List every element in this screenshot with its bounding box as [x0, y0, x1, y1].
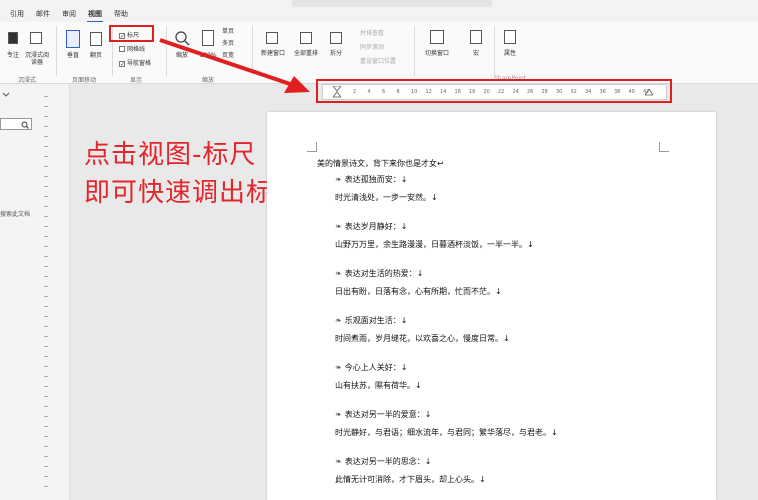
- zoom-100-icon: [202, 30, 214, 46]
- new-window-button[interactable]: 新建窗口: [260, 50, 286, 57]
- tab-references[interactable]: 引用: [10, 9, 24, 19]
- views-group-label: 沉浸式: [18, 77, 37, 84]
- sync-scroll-button[interactable]: 同步滚动: [360, 44, 384, 51]
- doc-section-heading: ❧ 表达对生活的热爱：↓: [335, 269, 424, 278]
- multi-page-button[interactable]: 多页: [222, 40, 234, 47]
- doc-section-body: 时光静好，与君语；细水流年，与君同；繁华落尽，与君老。↓: [335, 428, 558, 437]
- doc-intro: 美的情景诗文，背下来你也是才女↩: [317, 159, 444, 168]
- ribbon-separator: [166, 26, 167, 76]
- checkmark-icon: ✓: [119, 61, 126, 68]
- zoom-100-button[interactable]: 100%: [198, 52, 218, 59]
- reset-window-button[interactable]: 重设窗口位置: [360, 58, 396, 65]
- properties-icon: [504, 30, 516, 44]
- document-page[interactable]: 美的情景诗文，背下来你也是才女↩ ❧ 表达孤独而安：↓ 时光清浅处，一步一安然。↓ ❧…: [267, 112, 716, 500]
- vertical-ruler: [44, 96, 48, 500]
- flower-bullet-icon: ❧: [335, 457, 342, 466]
- split-button[interactable]: 拆分: [326, 50, 346, 57]
- ribbon-separator: [56, 26, 57, 76]
- zoom-button[interactable]: 缩放: [172, 52, 192, 59]
- split-icon: [330, 32, 342, 44]
- focus-icon: [8, 32, 18, 44]
- switch-window-icon: [430, 30, 444, 44]
- search-icon: [21, 121, 29, 129]
- title-search-bar[interactable]: [292, 0, 492, 7]
- ribbon-separator: [494, 26, 495, 76]
- zoom-group-label: 缩放: [202, 77, 215, 84]
- ruler-checkbox-highlight: [109, 25, 154, 42]
- doc-section-heading: ❧ 表达对另一半的思念：↓: [335, 457, 432, 466]
- page-flip-icon: [90, 32, 102, 46]
- doc-section-heading: ❧ 表达岁月静好：↓: [335, 222, 408, 231]
- flower-bullet-icon: ❧: [335, 363, 342, 372]
- doc-section-body: 山有扶苏，隰有荷华。↓: [335, 381, 422, 390]
- doc-section-heading: ❧ 乐观面对生活：↓: [335, 316, 408, 325]
- doc-section-body: 时光清浅处，一步一安然。↓: [335, 193, 438, 202]
- search-input[interactable]: [0, 118, 32, 130]
- margin-corner: [307, 142, 317, 152]
- doc-section-body: 日出有盼，日落有念，心有所期，忙而不茫。↓: [335, 287, 502, 296]
- nav-pane-checkbox[interactable]: ✓ 导航窗格: [119, 58, 151, 68]
- arrange-all-button[interactable]: 全部重排: [293, 50, 319, 57]
- page-flip-button[interactable]: 翻页: [86, 52, 106, 59]
- immersive-reader-button[interactable]: 沉浸式阅读器: [24, 52, 50, 66]
- ruler-highlight: [316, 79, 672, 103]
- navigation-pane: 搜索此文档: [0, 84, 70, 500]
- nav-hint-text: 搜索此文档: [0, 211, 31, 218]
- doc-section-heading: ❧ 今心上人关好：↓: [335, 363, 408, 372]
- doc-section-heading: ❧ 表达对另一半的爱意：↓: [335, 410, 432, 419]
- flower-bullet-icon: ❧: [335, 316, 342, 325]
- page-width-button[interactable]: 页宽: [222, 52, 234, 59]
- flower-bullet-icon: ❧: [335, 222, 342, 231]
- tab-review[interactable]: 审阅: [62, 9, 76, 19]
- macro-button[interactable]: 宏: [466, 50, 486, 57]
- tab-view[interactable]: 视图: [87, 9, 103, 23]
- gridlines-checkbox[interactable]: 网格线: [119, 44, 145, 53]
- zoom-icon: [175, 31, 190, 46]
- side-by-side-button[interactable]: 并排查看: [360, 30, 384, 37]
- page-move-group-label: 页面移动: [72, 77, 97, 84]
- vertical-button[interactable]: 垂直: [62, 52, 84, 59]
- show-group-label: 显示: [130, 77, 143, 84]
- new-window-icon: [266, 32, 278, 44]
- flower-bullet-icon: ❧: [335, 410, 342, 419]
- one-page-button[interactable]: 单页: [222, 28, 234, 35]
- doc-section-body: 此情无计可消除，才下眉头，却上心头。↓: [335, 475, 486, 484]
- ribbon-separator: [252, 26, 253, 76]
- margin-corner: [659, 142, 669, 152]
- flower-bullet-icon: ❧: [335, 175, 342, 184]
- flower-bullet-icon: ❧: [335, 269, 342, 278]
- ribbon-separator: [414, 26, 415, 76]
- tab-mailings[interactable]: 邮件: [36, 9, 50, 19]
- switch-window-button[interactable]: 切换窗口: [420, 50, 454, 57]
- doc-section-heading: ❧ 表达孤独而安：↓: [335, 175, 408, 184]
- annotation-line-1: 点击视图-标尺: [84, 140, 257, 170]
- vertical-icon: [66, 30, 80, 48]
- chevron-down-icon[interactable]: [2, 92, 10, 98]
- properties-button[interactable]: 属性: [500, 50, 520, 57]
- doc-section-body: 山野万万里，余生路漫漫，日暮酒杯淡饭，一半一半。↓: [335, 240, 534, 249]
- tab-help[interactable]: 帮助: [114, 9, 128, 19]
- arrange-all-icon: [300, 32, 312, 44]
- focus-button[interactable]: 专注: [4, 52, 22, 59]
- doc-section-body: 时间煮雨，岁月缝花，以欢喜之心，慢度日常。↓: [335, 334, 510, 343]
- immersive-reader-icon: [30, 32, 42, 44]
- macro-icon: [470, 30, 482, 44]
